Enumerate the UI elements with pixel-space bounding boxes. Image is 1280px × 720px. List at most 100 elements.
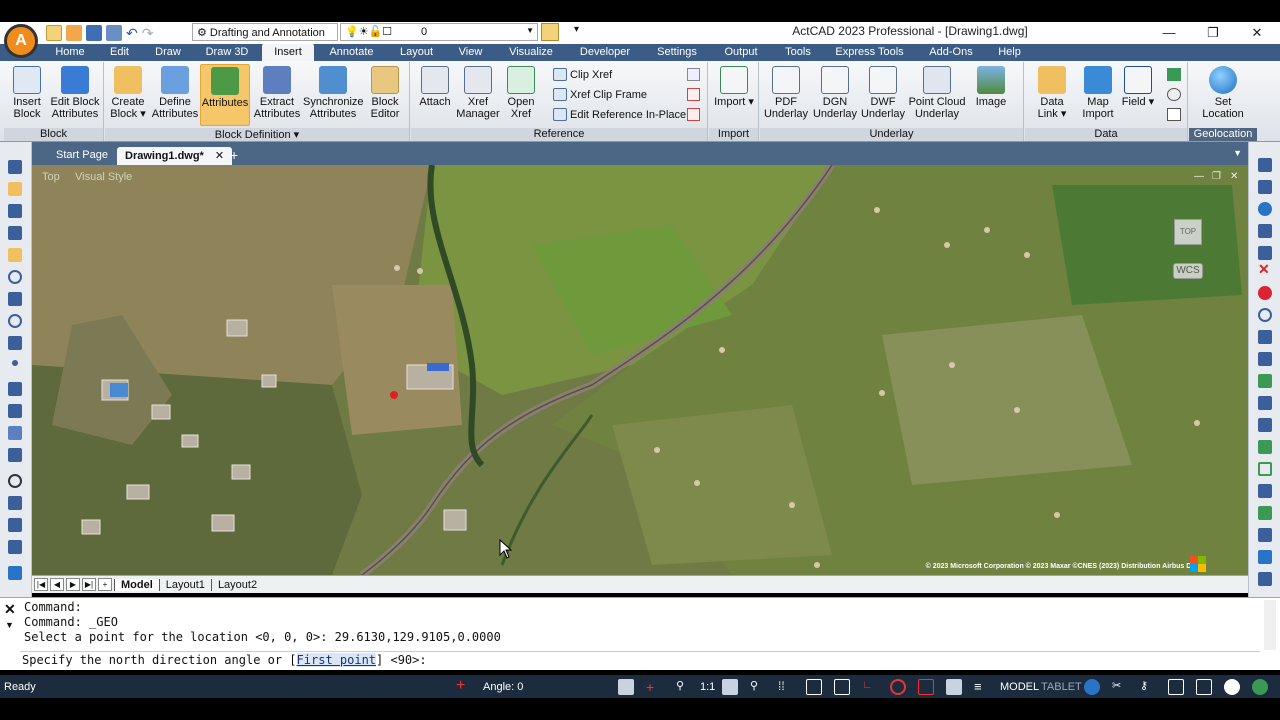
- rotate-tool-icon[interactable]: [1258, 308, 1272, 322]
- mirror-tool-icon[interactable]: [1258, 246, 1272, 260]
- offset-tool-icon[interactable]: [1258, 224, 1272, 238]
- menu-visualize[interactable]: Visualize: [497, 44, 565, 61]
- polar-icon[interactable]: ∟: [862, 679, 878, 695]
- model-space-toggle[interactable]: MODEL: [1000, 681, 1039, 693]
- extend-tool-icon[interactable]: [1258, 396, 1272, 410]
- reference-unload-icon[interactable]: [687, 88, 700, 101]
- array-tool-icon[interactable]: [1258, 202, 1272, 216]
- attributes-button[interactable]: Attributes: [200, 64, 250, 126]
- xref-clip-frame-button[interactable]: Xref Clip Frame: [553, 88, 647, 101]
- annotation-scale[interactable]: 1:1: [700, 681, 715, 693]
- customize-qat-icon[interactable]: ▾: [574, 24, 579, 35]
- last-layout-button[interactable]: ▶|: [82, 578, 96, 591]
- command-close-icon[interactable]: ✕: [4, 601, 16, 618]
- globe-small-icon[interactable]: [1167, 88, 1181, 101]
- menu-draw[interactable]: Draw: [144, 44, 192, 61]
- break-tool-icon[interactable]: [1258, 418, 1272, 432]
- edit-reference-in-place-button[interactable]: Edit Reference In-Place: [553, 108, 686, 121]
- menu-view[interactable]: View: [444, 44, 497, 61]
- dgn-underlay-button[interactable]: DGN Underlay: [812, 64, 858, 120]
- save-as-icon[interactable]: [106, 25, 122, 41]
- next-layout-button[interactable]: ▶: [66, 578, 80, 591]
- hatch-tool-icon[interactable]: [8, 426, 22, 440]
- xline-tool-icon[interactable]: [8, 226, 22, 240]
- isolate-icon[interactable]: ✂: [1112, 679, 1128, 695]
- first-layout-button[interactable]: |◀: [34, 578, 48, 591]
- app-logo[interactable]: A: [4, 24, 38, 58]
- workspace-icon[interactable]: [1196, 679, 1212, 695]
- prev-layout-button[interactable]: ◀: [50, 578, 64, 591]
- menu-settings[interactable]: Settings: [645, 44, 709, 61]
- status-ok-icon[interactable]: [1252, 679, 1268, 695]
- hamburger-icon[interactable]: ≡: [974, 679, 990, 695]
- snap-icon[interactable]: [618, 679, 634, 695]
- otrack-icon[interactable]: [918, 679, 934, 695]
- menu-home[interactable]: Home: [45, 44, 95, 61]
- visibility-icon[interactable]: [722, 679, 738, 695]
- set-location-button[interactable]: Set Location: [1193, 64, 1253, 120]
- open-xref-button[interactable]: Open Xref: [503, 64, 539, 120]
- ellipse-tool-icon[interactable]: [8, 314, 22, 328]
- circle-tool-icon[interactable]: [8, 270, 22, 284]
- fillet-tool-icon[interactable]: [1258, 484, 1272, 498]
- view-name[interactable]: Top: [42, 171, 60, 183]
- menu-annotate[interactable]: Annotate: [314, 44, 389, 61]
- viewport-close-icon[interactable]: ✕: [1230, 171, 1238, 182]
- annotative-icon[interactable]: ⚲: [750, 679, 766, 695]
- chamfer-tool-icon[interactable]: [1258, 462, 1272, 476]
- dwf-underlay-button[interactable]: DWF Underlay: [860, 64, 906, 120]
- viewport-view-label[interactable]: Top Visual Style: [42, 171, 132, 183]
- create-block-button[interactable]: Create Block ▾: [107, 64, 149, 120]
- open-folder-icon[interactable]: [66, 25, 82, 41]
- drawing-viewport[interactable]: Top Visual Style — ❐ ✕ TOP WCS © 2023 Mi…: [32, 165, 1248, 575]
- erase-icon[interactable]: ✕: [1258, 262, 1272, 276]
- attach-button[interactable]: Attach: [415, 64, 455, 108]
- grid-snap-icon[interactable]: +: [646, 679, 662, 695]
- first-point-option[interactable]: First point: [296, 653, 377, 667]
- join-tool-icon[interactable]: [1258, 440, 1272, 454]
- grid-icon[interactable]: [806, 679, 822, 695]
- annotation-scale-icon[interactable]: ⚲: [676, 679, 692, 695]
- define-attributes-button[interactable]: Define Attributes: [151, 64, 199, 120]
- polygon-tool-icon[interactable]: [8, 404, 22, 418]
- reference-tool-icon[interactable]: [687, 68, 700, 81]
- tab-layout2[interactable]: Layout2: [210, 578, 263, 591]
- edit-block-attributes-button[interactable]: Edit Block Attributes: [48, 64, 102, 120]
- data-link-button[interactable]: Data Link ▾: [1029, 64, 1075, 120]
- layer-manager-icon[interactable]: [541, 23, 559, 41]
- data-extra-icon-1[interactable]: [1167, 68, 1181, 81]
- point-cloud-underlay-button[interactable]: Point Cloud Underlay: [908, 64, 966, 120]
- rectangle-tool-icon[interactable]: [8, 382, 22, 396]
- tab-layout1[interactable]: Layout1: [158, 578, 211, 591]
- move-tool-icon[interactable]: [1258, 158, 1272, 172]
- edit-tool-icon[interactable]: [1258, 506, 1272, 520]
- minimize-button[interactable]: —: [1146, 22, 1192, 44]
- data-extra-icon-3[interactable]: [1167, 108, 1181, 121]
- xref-manager-button[interactable]: Xref Manager: [455, 64, 501, 120]
- synchronize-attributes-button[interactable]: Synchronize Attributes: [303, 64, 364, 120]
- redo-icon[interactable]: ↷: [142, 25, 154, 42]
- arc-tool-icon[interactable]: [8, 292, 22, 306]
- visual-style-name[interactable]: Visual Style: [75, 171, 132, 183]
- menu-tools[interactable]: Tools: [773, 44, 823, 61]
- line-tool-icon[interactable]: [8, 160, 22, 174]
- menu-express-tools[interactable]: Express Tools: [823, 44, 916, 61]
- region-tool-icon[interactable]: [8, 448, 22, 462]
- layer-select[interactable]: 💡☀🔓☐ 0 ▼: [340, 23, 538, 41]
- spline-tool-icon[interactable]: [8, 248, 22, 262]
- ortho-icon[interactable]: [834, 679, 850, 695]
- info-icon[interactable]: [1224, 679, 1240, 695]
- wipeout-tool-icon[interactable]: [8, 540, 22, 554]
- menu-draw-3d[interactable]: Draw 3D: [192, 44, 262, 61]
- sync-tool-icon[interactable]: [8, 566, 22, 580]
- map-import-button[interactable]: Map Import: [1077, 64, 1119, 120]
- fullscreen-icon[interactable]: [1168, 679, 1184, 695]
- menu-developer[interactable]: Developer: [565, 44, 645, 61]
- osnap-icon[interactable]: [890, 679, 906, 695]
- menu-layout[interactable]: Layout: [389, 44, 444, 61]
- block-editor-button[interactable]: Block Editor: [365, 64, 405, 120]
- new-tab-button[interactable]: +: [222, 147, 246, 165]
- command-line-input[interactable]: Specify the north direction angle or [Fi…: [20, 651, 1260, 669]
- tab-list-dropdown-icon[interactable]: ▼: [1233, 148, 1242, 158]
- image-button[interactable]: Image: [970, 64, 1012, 108]
